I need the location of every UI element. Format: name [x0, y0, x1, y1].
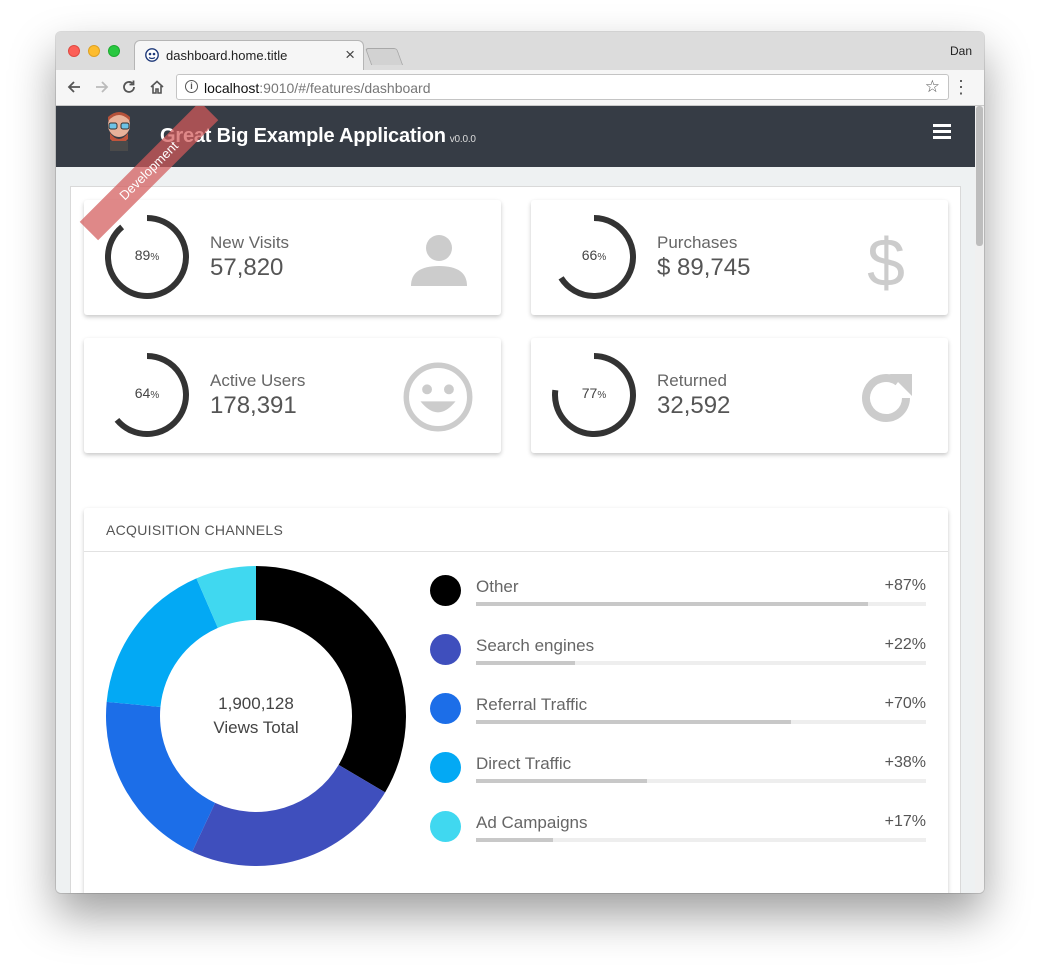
stat-value: $ 89,745 [657, 254, 751, 281]
avatar-icon[interactable] [104, 111, 134, 151]
stat-card-purchases: 66% Purchases $ 89,745 $ [531, 200, 948, 315]
channel-progress-fill [476, 602, 868, 606]
user-icon [411, 235, 467, 286]
channel-row-referral-traffic[interactable]: Referral Traffic +70% [430, 686, 926, 736]
stat-label: Purchases [657, 233, 738, 252]
channel-row-direct-traffic[interactable]: Direct Traffic +38% [430, 745, 926, 795]
svg-text:$: $ [867, 228, 905, 292]
stat-label: Returned [657, 371, 727, 390]
channel-label: Referral Traffic [476, 695, 588, 714]
minimize-window-button[interactable] [88, 45, 100, 57]
donut-slice-other[interactable] [256, 566, 406, 793]
channel-percent: +87% [884, 577, 926, 594]
legend-dot [430, 693, 461, 724]
channel-label: Direct Traffic [476, 754, 572, 773]
legend-dot [430, 575, 461, 606]
card-title: ACQUISITION CHANNELS [106, 522, 284, 538]
favicon-icon [145, 48, 159, 62]
back-arrow-icon [67, 81, 80, 93]
gauge-percent-text: 89% [134, 247, 160, 263]
donut-slice-search-engines[interactable] [192, 764, 386, 866]
dollar-icon: $ [867, 228, 905, 292]
legend-dot [430, 752, 461, 783]
reload-icon [123, 80, 135, 93]
refresh-icon [862, 374, 912, 422]
total-views-value: 1,900,128 [218, 694, 294, 713]
tab-title: dashboard.home.title [166, 48, 288, 63]
channel-percent: +17% [884, 813, 926, 830]
legend-dot [430, 634, 461, 665]
legend-dot [430, 811, 461, 842]
close-window-button[interactable] [68, 45, 80, 57]
new-tab-button[interactable] [364, 48, 404, 65]
channel-progress-track [476, 838, 926, 842]
scrollbar-thumb[interactable] [976, 106, 983, 246]
app-version: v0.0.0 [449, 134, 476, 145]
browser-tab[interactable]: dashboard.home.title × [134, 40, 364, 70]
stat-card-returned: 77% Returned 32,592 [531, 338, 948, 453]
channel-progress-track [476, 720, 926, 724]
stat-value: 178,391 [210, 392, 297, 419]
smile-icon [403, 362, 473, 432]
divider [84, 551, 948, 552]
forward-arrow-icon [96, 81, 109, 93]
total-views-label: Views Total [213, 718, 299, 737]
browser-window: dashboard.home.title × Dan i localhost:9… [56, 32, 984, 893]
hamburger-menu-icon[interactable] [933, 124, 951, 139]
channel-label: Other [476, 577, 519, 596]
stat-value: 57,820 [210, 254, 284, 281]
channel-progress-fill [476, 661, 575, 665]
stat-value: 32,592 [657, 392, 731, 419]
page-viewport: Great Big Example Application v0.0.0 Deve… [56, 106, 984, 893]
reload-button[interactable] [118, 76, 140, 98]
forward-button[interactable] [91, 76, 113, 98]
info-icon[interactable]: i [185, 80, 198, 93]
home-icon [150, 80, 164, 94]
channel-percent: +38% [884, 754, 926, 771]
bookmark-star-icon[interactable]: ☆ [925, 77, 940, 97]
gauge-percent-text: 64% [134, 385, 160, 401]
browser-menu-icon[interactable]: ⋮ [952, 76, 970, 98]
channel-row-other[interactable]: Other +87% [430, 568, 926, 618]
channel-percent: +22% [884, 636, 926, 653]
stat-card-new-visits: 89% New Visits 57,820 [84, 200, 501, 315]
channel-progress-fill [476, 720, 791, 724]
stat-card-active-users: 64% Active Users 178,391 [84, 338, 501, 453]
profile-name[interactable]: Dan [950, 44, 972, 58]
stat-label: Active Users [210, 371, 306, 390]
gauge-percent-text: 77% [581, 385, 607, 401]
channel-label: Search engines [476, 636, 595, 655]
donut-slice-direct-traffic[interactable] [106, 578, 218, 707]
url-text[interactable]: localhost:9010/#/features/dashboard [204, 80, 431, 96]
address-bar[interactable]: i localhost:9010/#/features/dashboard ☆ [176, 74, 949, 100]
home-button[interactable] [146, 76, 168, 98]
channel-progress-track [476, 779, 926, 783]
channel-progress-track [476, 661, 926, 665]
maximize-window-button[interactable] [108, 45, 120, 57]
channel-percent: +70% [884, 695, 926, 712]
channel-label: Ad Campaigns [476, 813, 588, 832]
channel-progress-fill [476, 838, 553, 842]
channel-progress-fill [476, 779, 647, 783]
channel-row-search-engines[interactable]: Search engines +22% [430, 627, 926, 677]
channel-row-ad-campaigns[interactable]: Ad Campaigns +17% [430, 804, 926, 854]
acquisition-channels-card: ACQUISITION CHANNELS 1,900,128 Views Tot… [84, 508, 948, 893]
channel-progress-track [476, 602, 926, 606]
stat-label: New Visits [210, 233, 290, 252]
browser-toolbar: i localhost:9010/#/features/dashboard ☆ … [56, 70, 984, 106]
tab-close-icon[interactable]: × [345, 45, 355, 65]
gauge-percent-text: 66% [581, 247, 607, 263]
tab-bar: dashboard.home.title × Dan [56, 32, 984, 70]
donut-center-label: 1,900,128 Views Total [106, 692, 406, 740]
back-button[interactable] [63, 76, 85, 98]
